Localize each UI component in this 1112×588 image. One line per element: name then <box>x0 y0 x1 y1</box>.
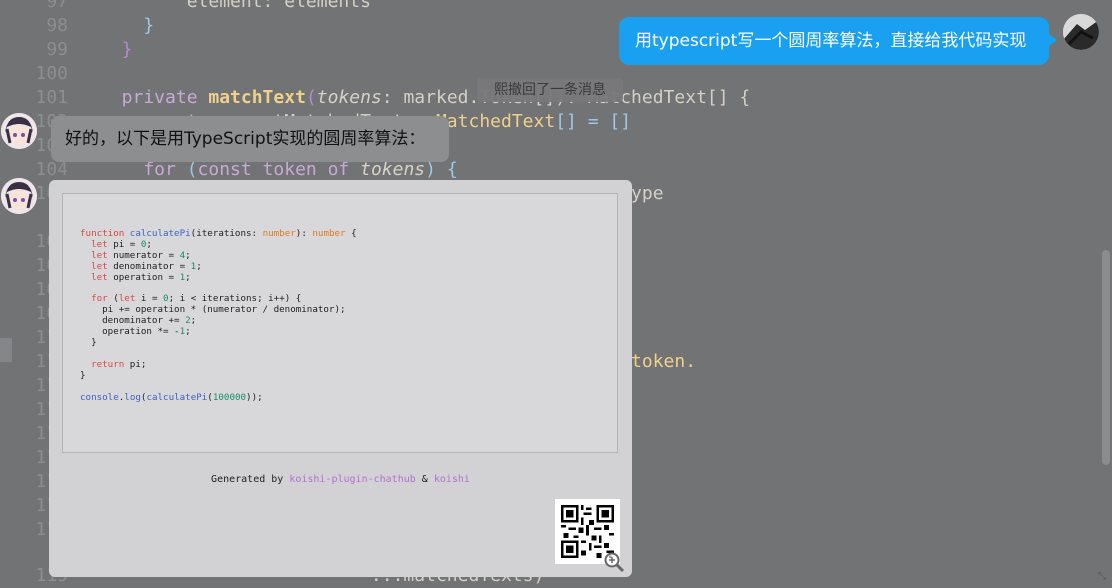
resize-grip-icon[interactable]: ⤡ <box>1098 572 1108 582</box>
line-code: } <box>100 15 155 36</box>
user-avatar[interactable] <box>1063 14 1099 50</box>
line-number: 98 <box>46 15 68 36</box>
editor-scrollbar[interactable] <box>1102 250 1110 465</box>
line-code: } <box>100 39 133 60</box>
generated-by-footer: Generated by koishi-plugin-chathub & koi… <box>49 474 632 485</box>
recall-notice: 熙撤回了一条消息 <box>477 78 623 102</box>
user-message-bubble[interactable]: 用typescript写一个圆周率算法，直接给我代码实现 <box>619 17 1057 65</box>
footer-link-chathub: koishi-plugin-chathub <box>289 474 416 485</box>
bot-reply-bubble[interactable]: 好的，以下是用TypeScript实现的圆周率算法： <box>51 116 449 162</box>
footer-link-koishi: koishi <box>433 474 470 485</box>
line-number: 100 <box>35 63 68 84</box>
line-number: 101 <box>35 87 68 108</box>
bot-avatar[interactable] <box>1 113 37 149</box>
code-image-message[interactable]: function calculatePi(iterations: number)… <box>49 180 632 577</box>
line-highlight-marker <box>0 338 12 362</box>
bot-avatar[interactable] <box>1 178 37 214</box>
code-block: function calculatePi(iterations: number)… <box>80 228 357 403</box>
user-message-text: 用typescript写一个圆周率算法，直接给我代码实现 <box>635 31 1027 51</box>
editor-line: 97 element: elements <box>0 0 1112 14</box>
bot-reply-text: 好的，以下是用TypeScript实现的圆周率算法： <box>65 129 426 149</box>
zoom-in-icon[interactable] <box>603 551 625 573</box>
footer-amp: & <box>415 474 434 485</box>
line-number: 97 <box>46 0 68 12</box>
code-block-frame: function calculatePi(iterations: number)… <box>62 193 618 453</box>
line-code: element: elements <box>100 0 371 12</box>
footer-prefix: Generated by <box>211 474 290 485</box>
line-number: 99 <box>46 39 68 60</box>
line-code: private matchText(tokens: marked.Token[]… <box>100 87 751 108</box>
